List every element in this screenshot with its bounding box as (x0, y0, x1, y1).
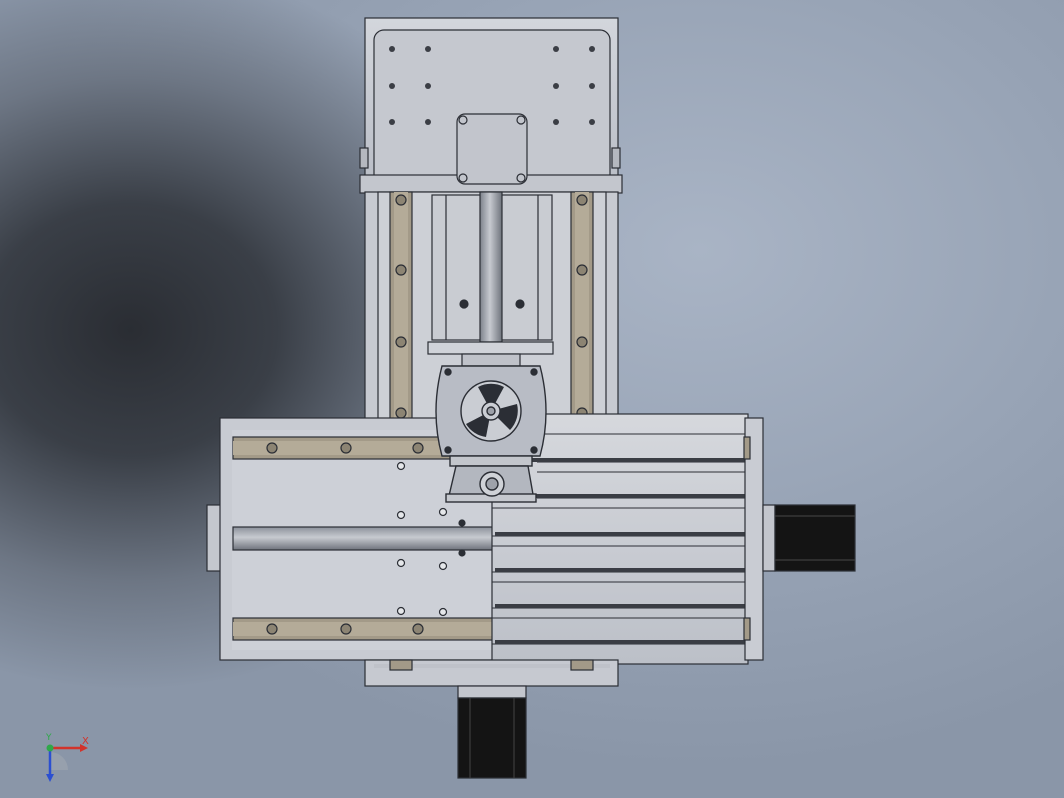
y-axis-label: Y (45, 733, 52, 743)
y-stepper-motor (457, 685, 527, 779)
y-ballscrew (479, 191, 503, 343)
y-motor-flange (456, 113, 528, 185)
y-axis-module (359, 17, 623, 423)
gear-reducer (435, 365, 547, 503)
x-axis-label: X (82, 736, 89, 747)
axis-triad: X Y (45, 733, 89, 782)
x-ballscrew (232, 526, 494, 551)
cad-viewport[interactable] (0, 0, 1064, 798)
x-stepper-motor (762, 504, 856, 572)
